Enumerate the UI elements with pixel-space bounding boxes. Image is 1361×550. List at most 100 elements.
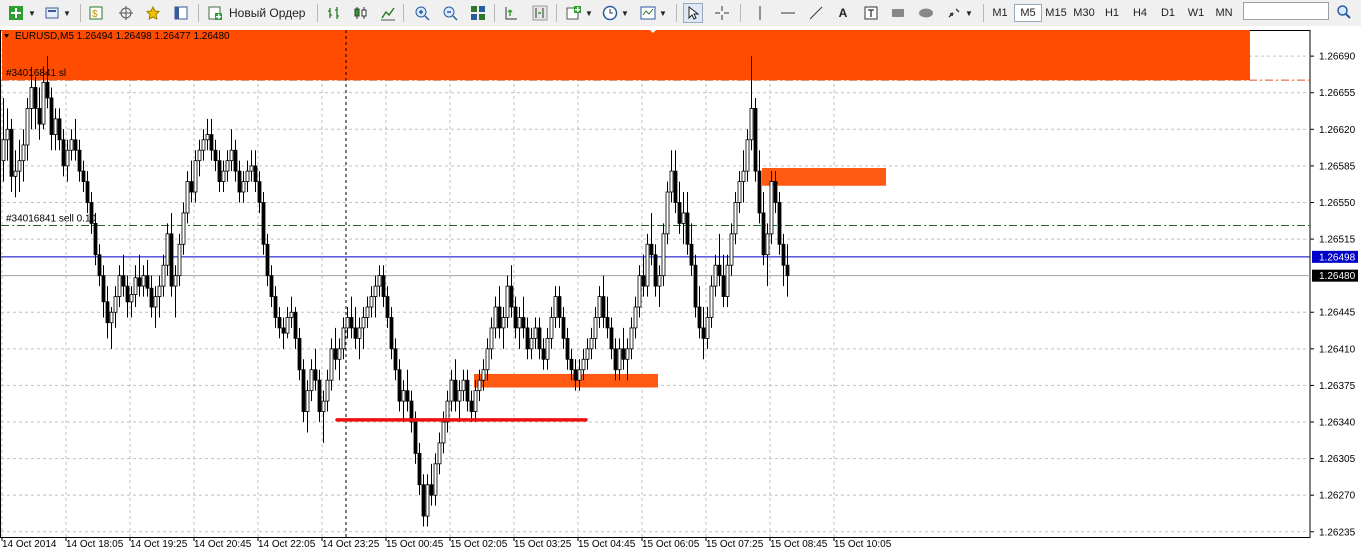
time-tick-label: 14 Oct 2014 xyxy=(2,539,57,550)
candle-body xyxy=(461,379,466,392)
candle-body xyxy=(609,327,614,350)
candle-body xyxy=(637,275,642,308)
candle-body xyxy=(397,369,402,402)
trendline-icon[interactable] xyxy=(806,3,826,23)
chevron-down-icon[interactable]: ▼ xyxy=(658,3,668,23)
candle-body xyxy=(21,144,26,162)
chevron-down-icon[interactable]: ▼ xyxy=(584,3,594,23)
arrows-icon[interactable] xyxy=(944,3,964,23)
candle-body xyxy=(777,202,782,245)
timeframe-mn[interactable]: MN xyxy=(1210,4,1238,22)
zoom-in-icon[interactable] xyxy=(412,3,432,23)
candle-body xyxy=(337,348,342,360)
line-chart-icon[interactable] xyxy=(378,3,398,23)
data-window-icon[interactable] xyxy=(171,3,191,23)
candle-body xyxy=(133,277,138,295)
favorites-icon[interactable] xyxy=(143,3,163,23)
toolbar-separator xyxy=(983,4,984,22)
candle-body xyxy=(345,317,350,329)
crosshair-icon[interactable] xyxy=(712,3,732,23)
candle-body xyxy=(217,160,222,182)
templates-icon[interactable] xyxy=(638,3,658,23)
new-order-label: Новый Ордер xyxy=(229,6,306,20)
time-tick-label: 15 Oct 08:45 xyxy=(770,539,828,550)
timeframe-m15[interactable]: M15 xyxy=(1042,4,1070,22)
candle-body xyxy=(65,149,70,167)
candle-body xyxy=(157,285,162,297)
cursor-icon[interactable] xyxy=(683,3,703,23)
candle-body xyxy=(593,317,598,339)
order-zone[interactable] xyxy=(762,167,886,186)
candle-body xyxy=(505,285,510,318)
candle-body xyxy=(517,317,522,329)
toolbar: ▼ ▼ $ Новый Ордер ▼ ▼ ▼ A ▼ M1 M5 M15 M30 H1… xyxy=(0,0,1361,27)
candle-body xyxy=(661,233,666,277)
time-tick-label: 15 Oct 07:25 xyxy=(706,539,764,550)
autoscroll-icon[interactable] xyxy=(501,3,521,23)
candle-body xyxy=(189,181,194,193)
zoom-out-icon[interactable] xyxy=(440,3,460,23)
candlestick-icon[interactable] xyxy=(351,3,371,23)
new-order-button[interactable]: Новый Ордер xyxy=(207,3,307,23)
candle-body xyxy=(689,243,694,266)
time-tick-label: 14 Oct 20:45 xyxy=(194,539,252,550)
timeframe-h1[interactable]: H1 xyxy=(1098,4,1126,22)
candle-body xyxy=(581,358,586,371)
candle-body xyxy=(497,306,502,329)
chevron-down-icon[interactable]: ▼ xyxy=(620,3,630,23)
search-icon[interactable] xyxy=(1332,2,1356,22)
chart-area[interactable]: 1.26690 1.26655 1.26620 1.26585 1.26550 1.265… xyxy=(0,26,1361,550)
candle-body xyxy=(309,369,314,392)
candle-body xyxy=(237,170,242,193)
order-line-label: #34016841 sl xyxy=(6,68,66,79)
new-chart-icon[interactable] xyxy=(6,3,26,23)
candle-body xyxy=(749,108,754,141)
ellipse-icon[interactable] xyxy=(916,3,936,23)
candle-body xyxy=(117,275,122,297)
candle-body xyxy=(25,108,30,146)
navigator-icon[interactable] xyxy=(116,3,136,23)
candle-body xyxy=(305,390,310,412)
candle-body xyxy=(621,348,626,360)
candle-body xyxy=(557,296,562,318)
chart-shift-icon[interactable] xyxy=(530,3,550,23)
chevron-down-icon[interactable]: ▼ xyxy=(964,3,974,23)
timeframe-d1[interactable]: D1 xyxy=(1154,4,1182,22)
order-zone[interactable] xyxy=(474,373,658,388)
candle-body xyxy=(741,170,746,182)
chevron-down-icon[interactable]: ▼ xyxy=(27,3,37,23)
timeframe-m5[interactable]: M5 xyxy=(1014,4,1042,22)
candle-body xyxy=(121,275,126,287)
toolbar-separator xyxy=(740,4,741,22)
candle-body xyxy=(257,181,262,203)
horizontal-line-icon[interactable] xyxy=(778,3,798,23)
candle-body xyxy=(533,327,538,339)
candle-body xyxy=(89,202,94,224)
timeframe-w1[interactable]: W1 xyxy=(1182,4,1210,22)
timeframe-m30[interactable]: M30 xyxy=(1070,4,1098,22)
candle-body xyxy=(37,108,42,125)
rectangle-icon[interactable] xyxy=(888,3,908,23)
timeframe-h4[interactable]: H4 xyxy=(1126,4,1154,22)
search-input[interactable] xyxy=(1243,2,1329,20)
tile-windows-icon[interactable] xyxy=(468,3,488,23)
candle-body xyxy=(437,442,442,465)
candle-body xyxy=(265,243,270,277)
candle-body xyxy=(705,317,710,339)
candle-body xyxy=(353,327,358,339)
indicators-icon[interactable] xyxy=(564,3,584,23)
periods-icon[interactable] xyxy=(600,3,620,23)
candle-body xyxy=(685,212,690,245)
toolbar-separator xyxy=(556,4,557,22)
chevron-down-icon[interactable]: ▼ xyxy=(62,3,72,23)
profiles-icon[interactable] xyxy=(42,3,62,23)
vertical-line-icon[interactable] xyxy=(750,3,770,23)
bar-chart-icon[interactable] xyxy=(324,3,344,23)
timeframe-m1[interactable]: M1 xyxy=(986,4,1014,22)
candle-body xyxy=(341,327,346,350)
time-tick-label: 15 Oct 02:05 xyxy=(450,539,508,550)
text-icon[interactable]: A xyxy=(833,3,853,23)
price-tick-label: 1.26235 xyxy=(1319,527,1356,538)
text-label-icon[interactable] xyxy=(861,3,881,23)
market-watch-icon[interactable]: $ xyxy=(86,3,106,23)
